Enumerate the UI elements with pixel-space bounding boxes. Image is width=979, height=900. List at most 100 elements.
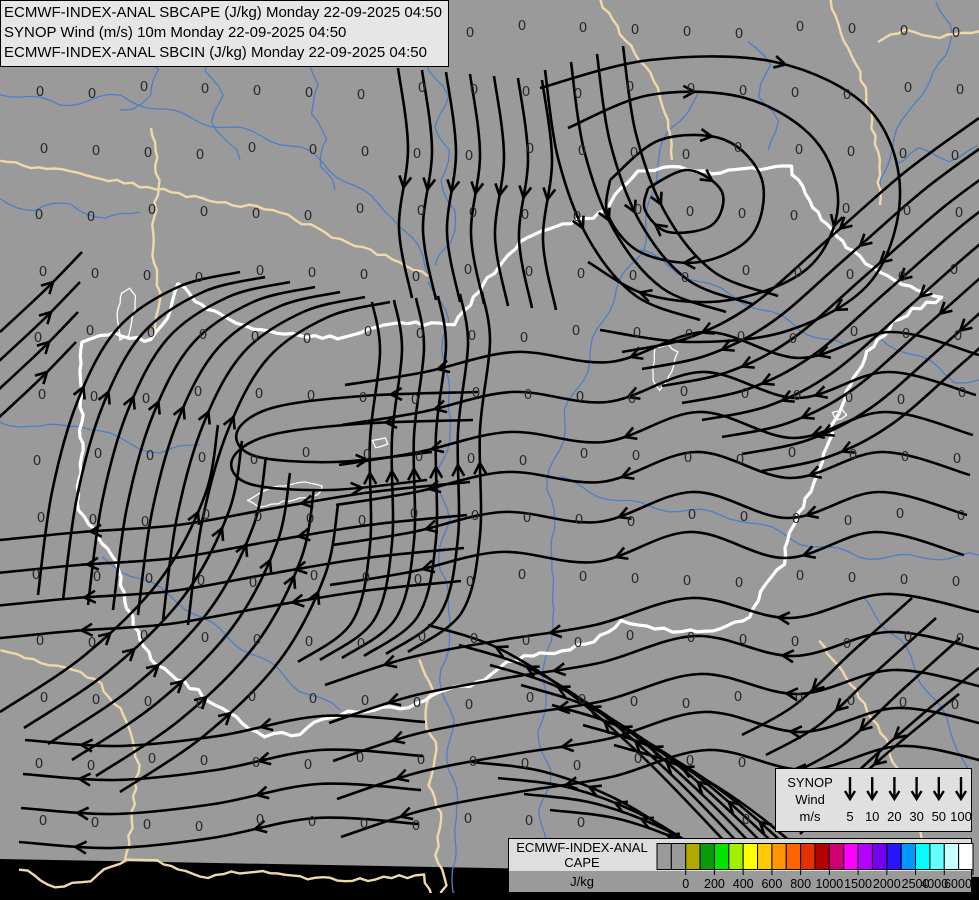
cape-value-label: 0 [796, 568, 805, 584]
cape-color-cell [685, 843, 701, 870]
cape-value-label: 0 [900, 23, 909, 39]
cape-value-label: 0 [687, 630, 696, 646]
cape-value-label: 0 [256, 812, 265, 828]
cape-value-label: 0 [248, 140, 257, 156]
cape-value-label: 0 [411, 392, 420, 408]
cape-value-label: 0 [956, 631, 965, 647]
cape-value-label: 0 [579, 569, 588, 585]
cape-value-label: 0 [306, 511, 315, 527]
cape-value-label: 0 [470, 82, 479, 98]
cape-value-label: 0 [249, 575, 258, 591]
cape-value-label: 0 [418, 629, 427, 645]
cape-value-label: 0 [848, 570, 857, 586]
cape-value-label: 0 [465, 697, 474, 713]
cape-value-label: 0 [200, 753, 209, 769]
cape-value-label: 0 [791, 634, 800, 650]
cape-value-label: 0 [410, 506, 419, 522]
cape-value-label: 0 [580, 446, 589, 462]
cape-value-label: 0 [628, 391, 637, 407]
cape-value-label: 0 [844, 513, 853, 529]
cape-value-label: 0 [356, 750, 365, 766]
cape-value-label: 0 [471, 508, 480, 524]
cape-value-label: 0 [627, 514, 636, 530]
cape-value-label: 0 [737, 329, 746, 345]
cape-value-label: 0 [87, 209, 96, 225]
cape-legend-param: CAPE [564, 855, 600, 870]
weather-map: 0 0 0 0 0 0 0 0 0 0 0 0 0 0 0 0 0 0 0 0 0 0 0 0 0 0 0 0 0 0 0 0 0 0 0 0 0 0 0 0… [0, 0, 979, 900]
cape-legend-text: ECMWF-INDEX-ANAL CAPE [509, 840, 655, 870]
cape-value-label: 0 [468, 328, 477, 344]
wind-legend-text: SYNOP Wind m/s [780, 774, 840, 825]
cape-value-label: 0 [466, 574, 475, 590]
cape-value-label: 0 [573, 209, 582, 225]
cape-tick-label: 600 [761, 877, 782, 891]
cape-value-label: 0 [252, 755, 261, 771]
cape-value-label: 0 [146, 448, 155, 464]
cape-value-label: 0 [518, 567, 527, 583]
cape-value-label: 0 [738, 206, 747, 222]
weather-map-app: 0 0 0 0 0 0 0 0 0 0 0 0 0 0 0 0 0 0 0 0 0 0 0 0 0 0 0 0 0 0 0 0 0 0 0 0 0 0 0 0… [0, 0, 979, 900]
cape-value-label: 0 [848, 21, 857, 37]
cape-value-label: 0 [361, 144, 370, 160]
cape-value-label: 0 [201, 630, 210, 646]
cape-value-label: 0 [630, 694, 639, 710]
cape-value-label: 0 [307, 388, 316, 404]
cape-value-label: 0 [686, 204, 695, 220]
cape-value-label: 0 [358, 513, 367, 529]
cape-tick-label: 0 [682, 877, 689, 891]
cape-value-label: 0 [94, 446, 103, 462]
cape-value-label: 0 [522, 633, 531, 649]
cape-value-label: 0 [739, 83, 748, 99]
cape-value-label: 0 [574, 635, 583, 651]
cape-value-label: 0 [526, 690, 535, 706]
cape-value-label: 0 [525, 813, 534, 829]
cape-value-label: 0 [304, 208, 313, 224]
cape-value-label: 0 [526, 141, 535, 157]
cape-value-label: 0 [37, 510, 46, 526]
cape-value-label: 0 [522, 84, 531, 100]
cape-legend-unit: J/kg [570, 874, 594, 889]
cape-value-label: 0 [525, 264, 534, 280]
cape-value-label: 0 [417, 203, 426, 219]
cape-value-label: 0 [683, 24, 692, 40]
cape-value-label: 0 [40, 690, 49, 706]
cape-color-cell [915, 843, 931, 870]
cape-value-label: 0 [200, 204, 209, 220]
cape-value-label: 0 [254, 509, 263, 525]
cape-value-label: 0 [952, 574, 961, 590]
cape-value-label: 0 [793, 388, 802, 404]
cape-value-label: 0 [140, 628, 149, 644]
cape-value-label: 0 [634, 751, 643, 767]
cape-color-cell [656, 843, 672, 870]
cape-value-label: 0 [578, 692, 587, 708]
cape-value-label: 0 [519, 453, 528, 469]
cape-value-label: 0 [357, 636, 366, 652]
cape-value-label: 0 [634, 202, 643, 218]
cape-value-label: 0 [626, 79, 635, 95]
cape-value-label: 0 [524, 387, 533, 403]
cape-value-label: 0 [465, 148, 474, 164]
cape-legend: ECMWF-INDEX-ANAL CAPE J/kg 0 200 400 600 800… [508, 838, 974, 893]
cape-color-cell [742, 843, 759, 870]
cape-color-cell [943, 843, 960, 870]
cape-tick-label: 1500 [844, 877, 872, 891]
cape-value-label: 0 [572, 323, 581, 339]
cape-value-label: 0 [789, 331, 798, 347]
cape-value-label: 0 [305, 85, 314, 101]
cape-value-label: 0 [195, 270, 204, 286]
cape-value-label: 0 [792, 511, 801, 527]
wind-speed-label: 30 [909, 809, 923, 824]
cape-value-label: 0 [91, 815, 100, 831]
cape-value-label: 0 [39, 813, 48, 829]
cape-color-cell [900, 843, 917, 870]
cape-value-label: 0 [89, 512, 98, 528]
cape-value-label: 0 [88, 86, 97, 102]
cape-value-label: 0 [686, 753, 695, 769]
cape-value-label: 0 [842, 201, 851, 217]
cape-color-cell [929, 843, 945, 870]
cape-value-label: 0 [795, 691, 804, 707]
cape-color-cell [800, 843, 816, 870]
cape-value-label: 0 [147, 325, 156, 341]
cape-tick-label: 2000 [873, 877, 901, 891]
cape-value-label: 0 [39, 264, 48, 280]
